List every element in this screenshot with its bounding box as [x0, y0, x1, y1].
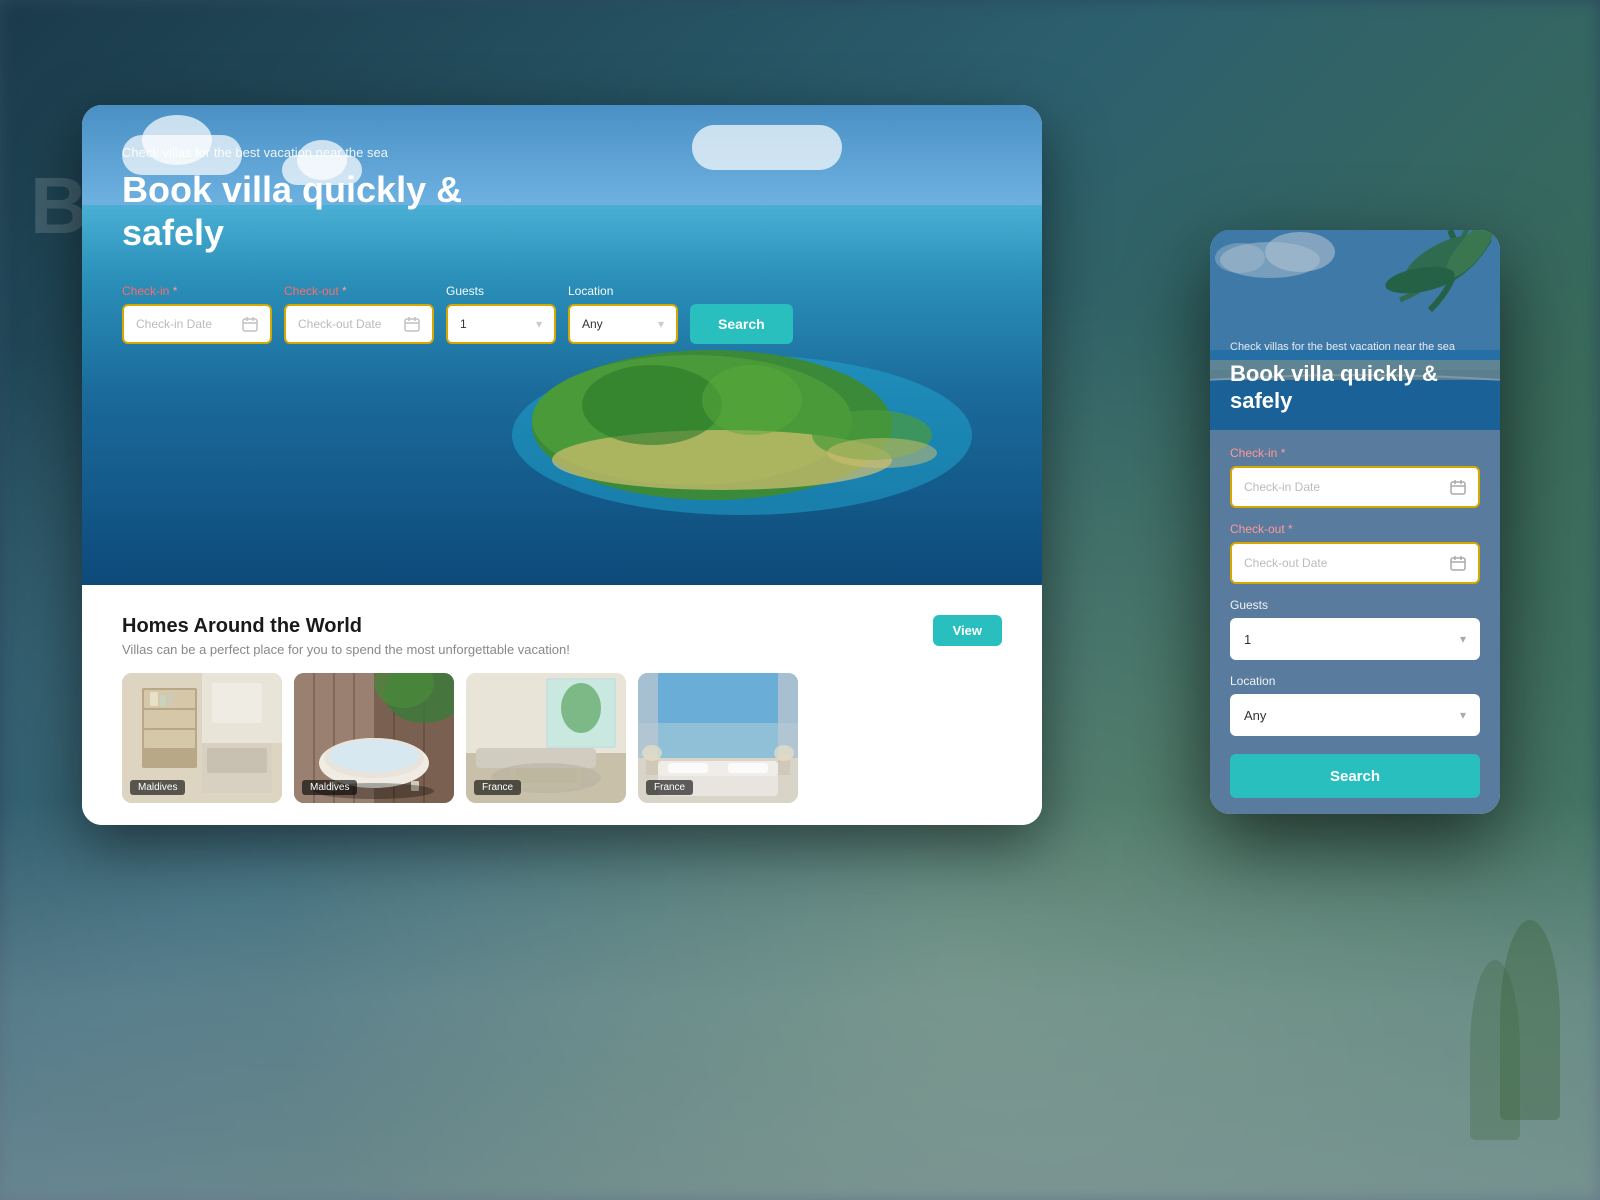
- location-label: Location: [568, 284, 678, 298]
- mobile-hero-subtitle: Check villas for the best vacation near …: [1230, 340, 1480, 355]
- guests-select[interactable]: 1 ▾: [446, 304, 556, 344]
- mobile-booking-form: Check-in * Check-in Date Check-out * Che…: [1210, 430, 1500, 814]
- mobile-card: Check villas for the best vacation near …: [1210, 230, 1500, 814]
- mobile-checkin-group: Check-in * Check-in Date: [1230, 446, 1480, 508]
- property-label-4: France: [646, 780, 693, 795]
- mobile-location-label: Location: [1230, 674, 1480, 688]
- bg-tree-2: [1470, 960, 1520, 1140]
- mobile-location-group: Location Any ▾: [1230, 674, 1480, 736]
- mobile-checkin-input[interactable]: Check-in Date: [1230, 466, 1480, 508]
- property-label-3: France: [474, 780, 521, 795]
- checkout-group: Check-out * Check-out Date: [284, 284, 434, 344]
- mobile-checkout-label: Check-out *: [1230, 522, 1480, 536]
- mobile-location-select[interactable]: Any ▾: [1230, 694, 1480, 736]
- property-card-4[interactable]: France: [638, 673, 798, 803]
- hero-content: Check villas for the best vacation near …: [82, 105, 1042, 585]
- hero-subtitle: Check villas for the best vacation near …: [122, 145, 1002, 160]
- section-subtitle: Villas can be a perfect place for you to…: [122, 642, 570, 657]
- property-card-1[interactable]: Maldives: [122, 673, 282, 803]
- properties-grid: Maldives: [122, 673, 1002, 803]
- checkout-input[interactable]: Check-out Date: [284, 304, 434, 344]
- mobile-guests-select[interactable]: 1 ▾: [1230, 618, 1480, 660]
- calendar-icon-2: [404, 316, 420, 332]
- mobile-checkout-input[interactable]: Check-out Date: [1230, 542, 1480, 584]
- main-desktop-card: Check villas for the best vacation near …: [82, 105, 1042, 825]
- checkout-label: Check-out *: [284, 284, 434, 298]
- property-card-2[interactable]: Maldives: [294, 673, 454, 803]
- mobile-search-button[interactable]: Search: [1230, 754, 1480, 798]
- location-select[interactable]: Any ▾: [568, 304, 678, 344]
- hero-section: Check villas for the best vacation near …: [82, 105, 1042, 585]
- location-group: Location Any ▾: [568, 284, 678, 344]
- hero-title: Book villa quickly & safely: [122, 168, 522, 254]
- mobile-calendar-icon-2: [1450, 555, 1466, 571]
- view-all-button[interactable]: View: [933, 615, 1002, 646]
- calendar-icon: [242, 316, 258, 332]
- guests-group: Guests 1 ▾: [446, 284, 556, 344]
- bg-room-overlay: [0, 800, 1600, 1200]
- checkin-label: Check-in *: [122, 284, 272, 298]
- lower-section: Homes Around the World Villas can be a p…: [82, 585, 1042, 825]
- mobile-hero-title: Book villa quickly & safely: [1230, 361, 1480, 414]
- property-label-1: Maldives: [130, 780, 185, 795]
- search-form: Check-in * Check-in Date Check-out *: [122, 284, 1002, 344]
- section-info: Homes Around the World Villas can be a p…: [122, 615, 570, 657]
- mobile-guests-group: Guests 1 ▾: [1230, 598, 1480, 660]
- property-card-3[interactable]: France: [466, 673, 626, 803]
- search-button[interactable]: Search: [690, 304, 793, 344]
- property-label-2: Maldives: [302, 780, 357, 795]
- mobile-guests-label: Guests: [1230, 598, 1480, 612]
- checkin-input[interactable]: Check-in Date: [122, 304, 272, 344]
- mobile-hero-content: Check villas for the best vacation near …: [1210, 324, 1500, 430]
- guests-label: Guests: [446, 284, 556, 298]
- checkin-group: Check-in * Check-in Date: [122, 284, 272, 344]
- mobile-hero: Check villas for the best vacation near …: [1210, 230, 1500, 430]
- mobile-calendar-icon-1: [1450, 479, 1466, 495]
- section-header: Homes Around the World Villas can be a p…: [122, 615, 1002, 657]
- section-title: Homes Around the World: [122, 615, 570, 638]
- mobile-checkin-label: Check-in *: [1230, 446, 1480, 460]
- mobile-checkout-group: Check-out * Check-out Date: [1230, 522, 1480, 584]
